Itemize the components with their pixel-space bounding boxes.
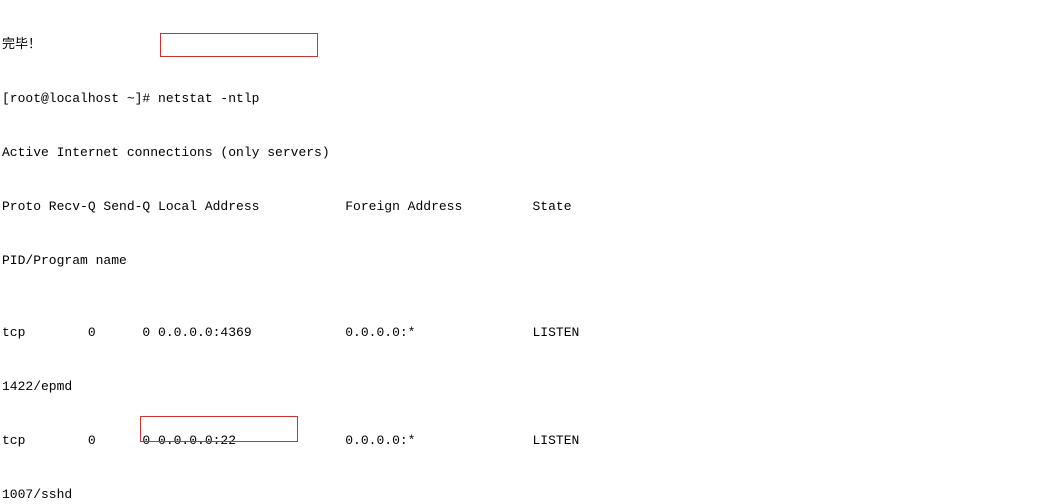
text: 1422/epmd xyxy=(2,379,72,394)
line-header-cols2: PID/Program name xyxy=(2,252,1042,270)
terminal-output: 完毕！ [root@localhost ~]# netstat -ntlp Ac… xyxy=(0,0,1044,504)
line-header-cols: Proto Recv-Q Send-Q Local Address Foreig… xyxy=(2,198,1042,216)
table-row: 1007/sshd xyxy=(2,486,1042,504)
text: 1007/sshd xyxy=(2,487,72,502)
table-row: tcp 0 0 0.0.0.0:22 0.0.0.0:* LISTEN xyxy=(2,432,1042,450)
line-prompt-command: [root@localhost ~]# netstat -ntlp xyxy=(2,90,1042,108)
text: PID/Program name xyxy=(2,253,127,268)
table-row: 1422/epmd xyxy=(2,378,1042,396)
line-header-active: Active Internet connections (only server… xyxy=(2,144,1042,162)
text: 完毕！ xyxy=(2,37,41,52)
text: Proto Recv-Q Send-Q Local Address Foreig… xyxy=(2,199,572,214)
text: tcp 0 0 0.0.0.0:4369 0.0.0.0:* LISTEN xyxy=(2,325,579,340)
line-completion: 完毕！ xyxy=(2,36,1042,54)
text: tcp 0 0 0.0.0.0:22 0.0.0.0:* LISTEN xyxy=(2,433,579,448)
text: [root@localhost ~]# netstat -ntlp xyxy=(2,91,259,106)
table-row: tcp 0 0 0.0.0.0:4369 0.0.0.0:* LISTEN xyxy=(2,324,1042,342)
text: Active Internet connections (only server… xyxy=(2,145,330,160)
